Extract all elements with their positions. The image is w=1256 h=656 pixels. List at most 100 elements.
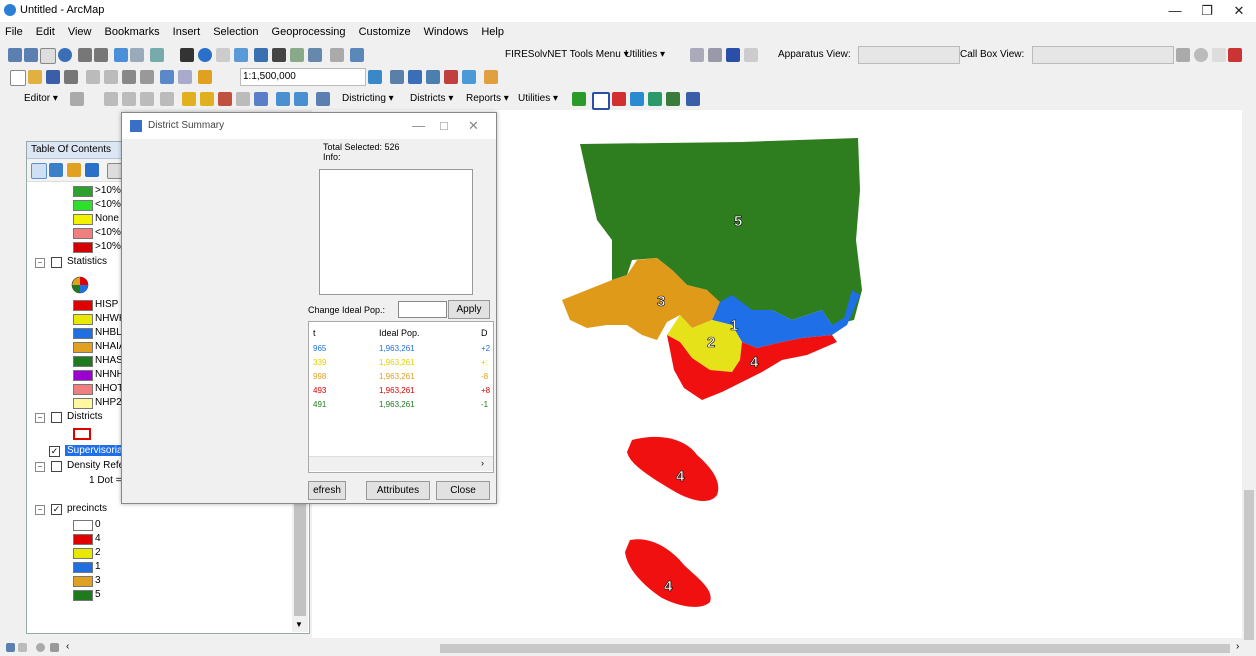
tool-truck-icon[interactable] xyxy=(744,48,758,62)
collapse-icon[interactable]: − xyxy=(35,413,45,423)
attributes-icon[interactable] xyxy=(276,92,290,106)
search-window-icon[interactable] xyxy=(426,70,440,84)
reports-menu[interactable]: Reports ▾ xyxy=(466,93,509,104)
editor-menu[interactable]: Editor ▾ xyxy=(24,93,58,104)
scroll-down-icon[interactable]: ▼ xyxy=(295,620,303,629)
scroll-left-icon[interactable]: ‹ xyxy=(66,641,69,652)
list-by-drawing-order-icon[interactable] xyxy=(31,163,47,179)
full-extent-icon[interactable] xyxy=(58,48,72,62)
catalog-icon[interactable] xyxy=(408,70,422,84)
districting-menu[interactable]: Districting ▾ xyxy=(342,93,394,104)
undo-icon[interactable] xyxy=(160,70,174,84)
close-button[interactable]: Close xyxy=(436,481,490,500)
zoom-out-icon[interactable] xyxy=(24,48,38,62)
toc-icon[interactable] xyxy=(390,70,404,84)
list-by-selection-icon[interactable] xyxy=(85,163,99,177)
select-elements-icon[interactable] xyxy=(180,48,194,62)
district-summary-grid[interactable]: t Ideal Pop. D 965 1,963,261 +2 339 1,96… xyxy=(308,321,494,473)
go-to-xy-icon[interactable] xyxy=(308,48,322,62)
firesolv-tools-menu[interactable]: FIRESolvNET Tools Menu ▾ xyxy=(505,49,629,60)
redo-icon[interactable] xyxy=(178,70,192,84)
district-4-island-2[interactable] xyxy=(625,539,711,607)
menu-edit[interactable]: Edit xyxy=(31,24,60,40)
straight-segment-icon[interactable] xyxy=(104,92,118,106)
tool-flag-icon[interactable] xyxy=(726,48,740,62)
tool-layers-icon[interactable] xyxy=(708,48,722,62)
cut-icon[interactable] xyxy=(86,70,100,84)
collapse-icon[interactable]: − xyxy=(35,462,45,472)
menu-bookmarks[interactable]: Bookmarks xyxy=(100,24,165,40)
delete-icon[interactable] xyxy=(140,70,154,84)
dialog-maximize-button[interactable]: □ xyxy=(440,118,448,133)
district-people-icon[interactable] xyxy=(686,92,700,106)
call-box-view-select[interactable] xyxy=(1032,46,1174,64)
find-route-icon[interactable] xyxy=(290,48,304,62)
viewer-icon[interactable] xyxy=(350,48,364,62)
rotate-icon[interactable] xyxy=(254,92,268,106)
district-lock-icon[interactable] xyxy=(630,92,644,106)
district-tool-icon[interactable] xyxy=(572,92,586,106)
map-scale-select[interactable]: 1:1,500,000 xyxy=(240,68,366,86)
refresh-button[interactable]: efresh xyxy=(308,481,346,500)
find-icon[interactable] xyxy=(272,48,286,62)
menu-customize[interactable]: Customize xyxy=(354,24,416,40)
new-document-icon[interactable] xyxy=(10,70,26,86)
add-data-icon[interactable] xyxy=(198,70,212,84)
district-paint-icon[interactable] xyxy=(612,92,626,106)
district-summary-icon[interactable] xyxy=(592,92,610,110)
select-features-icon[interactable] xyxy=(150,48,164,62)
save-icon[interactable] xyxy=(46,70,60,84)
tool-cancel-icon[interactable] xyxy=(1194,48,1208,62)
measure-icon[interactable] xyxy=(254,48,268,62)
reshape-icon[interactable] xyxy=(200,92,214,106)
maximize-button[interactable]: ❐ xyxy=(1192,2,1222,20)
tool-line-icon[interactable] xyxy=(1212,48,1226,62)
list-by-visibility-icon[interactable] xyxy=(67,163,81,177)
menu-geoprocessing[interactable]: Geoprocessing xyxy=(267,24,351,40)
collapse-icon[interactable]: − xyxy=(35,505,45,515)
pause-drawing-icon[interactable] xyxy=(50,643,59,652)
apply-button[interactable]: Apply xyxy=(448,300,490,319)
map-vertical-scroll-thumb[interactable] xyxy=(1244,490,1254,640)
scroll-right-icon[interactable]: › xyxy=(1236,641,1239,652)
map-horizontal-scroll-thumb[interactable] xyxy=(440,644,1230,653)
collapse-icon[interactable]: − xyxy=(35,258,45,268)
info-textbox[interactable] xyxy=(319,169,473,295)
open-icon[interactable] xyxy=(28,70,42,84)
menu-view[interactable]: View xyxy=(63,24,97,40)
menu-help[interactable]: Help xyxy=(476,24,509,40)
zoom-in-icon[interactable] xyxy=(8,48,22,62)
layer-checkbox[interactable] xyxy=(51,257,62,268)
copy-icon[interactable] xyxy=(104,70,118,84)
tool-grid-icon[interactable] xyxy=(690,48,704,62)
end-point-arc-icon[interactable] xyxy=(122,92,136,106)
trace-icon[interactable] xyxy=(140,92,154,106)
menu-insert[interactable]: Insert xyxy=(168,24,206,40)
tool-page-icon[interactable] xyxy=(1176,48,1190,62)
data-view-icon[interactable] xyxy=(18,643,27,652)
editor-toolbar-icon[interactable] xyxy=(368,70,382,84)
tool-alarm-icon[interactable] xyxy=(1228,48,1242,62)
edit-vertices-icon[interactable] xyxy=(182,92,196,106)
layer-checkbox[interactable] xyxy=(51,412,62,423)
district-4-island-1[interactable] xyxy=(627,436,719,502)
district-gem-icon[interactable] xyxy=(666,92,680,106)
time-slider-icon[interactable] xyxy=(330,48,344,62)
menu-selection[interactable]: Selection xyxy=(208,24,263,40)
pan-icon[interactable] xyxy=(40,48,56,64)
ideal-pop-input[interactable] xyxy=(398,301,447,318)
python-window-icon[interactable] xyxy=(462,70,476,84)
menu-windows[interactable]: Windows xyxy=(419,24,474,40)
layer-checkbox-checked[interactable]: ✓ xyxy=(49,446,60,457)
paste-icon[interactable] xyxy=(122,70,136,84)
split-icon[interactable] xyxy=(236,92,250,106)
list-by-source-icon[interactable] xyxy=(49,163,63,177)
fixed-zoom-out-icon[interactable] xyxy=(94,48,108,62)
attributes-button[interactable]: Attributes xyxy=(366,481,430,500)
district-dollar-icon[interactable] xyxy=(648,92,662,106)
scroll-right-icon[interactable]: › xyxy=(481,458,484,468)
apparatus-view-select[interactable] xyxy=(858,46,960,64)
layout-view-icon[interactable] xyxy=(6,643,15,652)
model-builder-icon[interactable] xyxy=(484,70,498,84)
dialog-minimize-button[interactable]: — xyxy=(412,118,425,133)
